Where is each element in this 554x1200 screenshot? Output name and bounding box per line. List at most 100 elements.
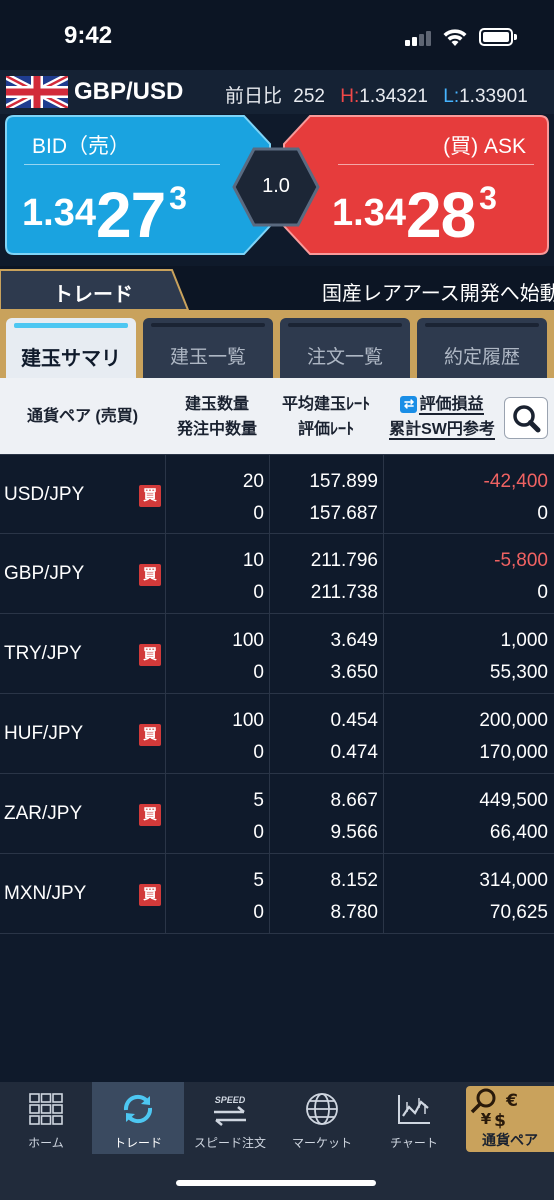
bid-divider [24, 164, 220, 165]
row-swap: 66,400 [489, 822, 548, 843]
table-row[interactable]: MXN/JPY 買 5 0 8.152 8.780 314,000 70,625 [0, 854, 554, 934]
high-value: 1.34321 [359, 86, 428, 107]
ask-price-big: 28 [405, 179, 476, 251]
row-pl: 449,500 [479, 790, 548, 811]
table-row[interactable]: HUF/JPY 買 100 0 0.454 0.474 200,000 170,… [0, 694, 554, 774]
nav-label: ホーム [28, 1136, 64, 1150]
buy-badge: 買 [139, 724, 161, 746]
tab-position-summary[interactable]: 建玉サマリ [6, 318, 136, 380]
table-row[interactable]: GBP/JPY 買 10 0 211.796 211.738 -5,800 0 [0, 534, 554, 614]
row-qty: 100 [232, 710, 264, 731]
row-pl: 1,000 [500, 630, 548, 651]
spread-value: 1.0 [262, 175, 290, 197]
position-table: USD/JPY 買 20 0 157.899 157.687 -42,400 0… [0, 454, 554, 934]
nav-label: チャート [390, 1136, 438, 1150]
header-rate: 平均建玉ﾚｰﾄ 評価ﾚｰﾄ [269, 392, 383, 442]
header-swap-label: 累計SW円参考 [389, 421, 495, 440]
swap-toggle-icon: ⇄ [400, 396, 418, 413]
header-pl-label: 評価損益 [419, 396, 484, 415]
low-value: 1.33901 [459, 86, 528, 107]
row-swap: 55,300 [489, 662, 548, 683]
refresh-arrows-icon [123, 1094, 153, 1124]
buy-badge: 買 [139, 485, 161, 507]
grid-icon [29, 1093, 63, 1125]
table-header: 通貨ペア (売買) 建玉数量 発注中数量 平均建玉ﾚｰﾄ 評価ﾚｰﾄ ⇄ 評価損益… [0, 378, 554, 454]
home-indicator[interactable] [176, 1180, 376, 1186]
row-eval-rate: 211.738 [310, 582, 378, 603]
row-swap: 0 [537, 582, 548, 603]
row-pl: 200,000 [479, 710, 548, 731]
nav-market[interactable]: マーケット [276, 1082, 368, 1154]
tab-execution-history[interactable]: 約定履歴 [417, 318, 547, 378]
table-row[interactable]: ZAR/JPY 買 5 0 8.667 9.566 449,500 66,400 [0, 774, 554, 854]
row-pending: 0 [253, 822, 264, 843]
nav-trade[interactable]: トレード [92, 1082, 184, 1154]
status-bar: 9:42 [0, 0, 554, 70]
row-pair: TRY/JPY [4, 643, 82, 664]
row-pair: HUF/JPY [4, 723, 84, 744]
tab-position-list[interactable]: 建玉一覧 [143, 318, 273, 378]
table-row[interactable]: TRY/JPY 買 100 0 3.649 3.650 1,000 55,300 [0, 614, 554, 694]
quote-panel: BID（売） 1.3427 3 (買) ASK 1.3428 3 1.0 [0, 114, 554, 264]
ask-button[interactable]: (買) ASK 1.3428 3 [282, 114, 550, 256]
row-avg-rate: 157.899 [309, 471, 378, 492]
speed-arrows-icon: SPEED [214, 1095, 246, 1126]
currency-pair-label: 通貨ペア [482, 1132, 538, 1148]
row-swap: 70,625 [489, 902, 548, 923]
buy-badge: 買 [139, 804, 161, 826]
row-avg-rate: 8.152 [330, 870, 378, 891]
wifi-icon [443, 29, 467, 46]
search-button[interactable] [504, 397, 548, 439]
row-pending: 0 [253, 503, 264, 524]
tab-order-list[interactable]: 注文一覧 [280, 318, 410, 378]
sub-tab-bar: 建玉サマリ 建玉一覧 注文一覧 約定履歴 [0, 310, 554, 380]
tab-label: 建玉サマリ [21, 348, 121, 370]
header-qty-label: 建玉数量 [184, 396, 249, 413]
svg-text:SPEED: SPEED [215, 1095, 246, 1105]
row-swap: 0 [537, 503, 548, 524]
pair-stats: 前日比 252 H:1.34321 L:1.33901 [225, 81, 528, 108]
nav-home[interactable]: ホーム [0, 1082, 92, 1154]
pair-name[interactable]: GBP/USD [74, 78, 183, 106]
header-pl-toggle[interactable]: ⇄ 評価損益 累計SW円参考 [378, 392, 506, 442]
cellular-signal-icon [405, 30, 435, 46]
row-pair: MXN/JPY [4, 883, 87, 904]
high-label: H: [340, 86, 360, 107]
row-pl: -5,800 [494, 550, 548, 571]
row-eval-rate: 8.780 [330, 902, 378, 923]
nav-speed-order[interactable]: SPEED スピード注文 [184, 1082, 276, 1154]
bid-price: 1.3427 3 [22, 178, 187, 252]
row-pair: ZAR/JPY [4, 803, 83, 824]
trade-tab[interactable]: トレード [0, 268, 190, 311]
spread-badge: 1.0 [232, 147, 320, 227]
row-pending: 0 [253, 582, 264, 603]
row-avg-rate: 0.454 [330, 710, 378, 731]
header-eval-rate-label: 評価ﾚｰﾄ [297, 421, 354, 438]
row-swap: 170,000 [479, 742, 548, 763]
header-qty: 建玉数量 発注中数量 [165, 392, 269, 442]
status-time: 9:42 [64, 22, 113, 49]
news-ticker[interactable]: 国産レアアース開発へ始動 [322, 277, 554, 306]
row-qty: 10 [242, 550, 264, 571]
tab-label: 建玉一覧 [169, 347, 246, 368]
row-eval-rate: 3.650 [330, 662, 378, 683]
header-pair: 通貨ペア (売買) [26, 408, 139, 425]
currency-search-icon: € ¥ $ [470, 1088, 518, 1130]
buy-badge: 買 [139, 564, 161, 586]
table-row[interactable]: USD/JPY 買 20 0 157.899 157.687 -42,400 0 [0, 454, 554, 534]
ask-label: (買) ASK [443, 135, 526, 158]
bid-label: BID（売） [32, 135, 131, 158]
row-qty: 5 [253, 790, 264, 811]
row-pair: GBP/JPY [4, 563, 85, 584]
row-pending: 0 [253, 742, 264, 763]
currency-pair-button[interactable]: € ¥ $ 通貨ペア [466, 1086, 554, 1152]
nav-chart[interactable]: チャート [368, 1082, 460, 1154]
buy-badge: 買 [139, 884, 161, 906]
pair-header[interactable]: GBP/USD 前日比 252 H:1.34321 L:1.33901 [0, 70, 554, 114]
header-avg-rate-label: 平均建玉ﾚｰﾄ [281, 396, 370, 413]
nav-label: マーケット [291, 1136, 352, 1150]
battery-icon [479, 28, 517, 46]
row-pl: -42,400 [483, 471, 548, 492]
bid-price-big: 27 [95, 179, 166, 251]
row-pending: 0 [253, 902, 264, 923]
